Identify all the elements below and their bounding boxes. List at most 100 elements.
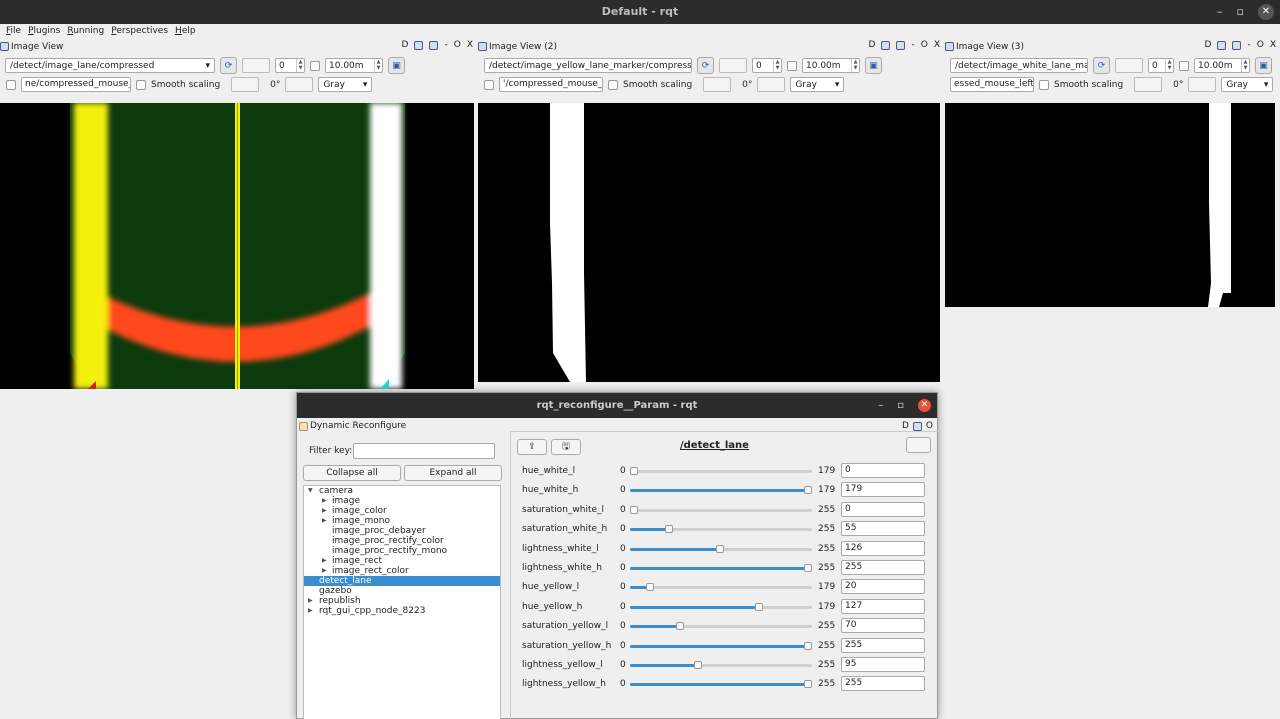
color-mode-combo[interactable]: Gray ▾ — [790, 77, 845, 92]
tree-item-gazebo[interactable]: gazebo — [304, 586, 500, 596]
expand-arrow-icon[interactable]: ▶ — [308, 606, 313, 616]
param-value-input[interactable]: 255 — [841, 676, 925, 692]
param-slider[interactable] — [630, 467, 812, 475]
save-params-button[interactable]: 🖫 — [551, 439, 581, 455]
expand-arrow-icon[interactable]: ▶ — [322, 516, 327, 526]
param-slider-handle[interactable] — [804, 564, 812, 572]
collapse-all-button[interactable]: Collapse all — [303, 465, 401, 481]
param-slider-handle[interactable] — [630, 505, 638, 514]
dialog-close-button[interactable]: ✕ — [918, 399, 931, 412]
rotate-left-button[interactable] — [231, 77, 260, 92]
expand-arrow-icon[interactable]: ▼ — [308, 486, 313, 496]
tree-item-republish[interactable]: ▶ republish — [304, 596, 500, 606]
filter-input[interactable] — [353, 443, 495, 459]
tree-item-image-color[interactable]: ▶ image_color — [304, 506, 500, 516]
param-value-input[interactable]: 127 — [841, 598, 925, 614]
float-pane-button[interactable]: O — [921, 40, 928, 50]
param-slider-handle[interactable] — [676, 622, 684, 631]
maximize-button[interactable]: ▫ — [1237, 0, 1244, 24]
reload-icon[interactable] — [1217, 40, 1227, 50]
close-pane-button[interactable]: X — [467, 40, 473, 50]
blank-field[interactable] — [719, 58, 747, 73]
close-node-button[interactable] — [906, 437, 931, 453]
reload-icon[interactable] — [881, 40, 891, 50]
help-icon[interactable] — [429, 40, 439, 50]
spin-arrows-icon[interactable]: ▲ ▼ — [773, 59, 781, 72]
smooth-scaling-checkbox[interactable] — [1039, 79, 1049, 90]
blank-field[interactable] — [1115, 58, 1143, 73]
param-slider[interactable] — [630, 602, 812, 611]
tree-item-camera[interactable]: ▼ camera — [304, 486, 500, 496]
expand-arrow-icon[interactable]: ▶ — [308, 596, 313, 606]
param-slider[interactable] — [630, 525, 812, 534]
expand-arrow-icon[interactable]: ▶ — [322, 566, 327, 576]
spin-box[interactable]: 0 ▲ ▼ — [1148, 58, 1174, 73]
white-mask-image[interactable] — [945, 103, 1275, 307]
max-range-spin[interactable]: 10.00m ▲ ▼ — [325, 58, 383, 73]
spin-box[interactable]: 0 ▲ ▼ — [275, 58, 305, 73]
dynamic-range-checkbox[interactable] — [1179, 60, 1189, 71]
param-value-input[interactable]: 0 — [841, 501, 925, 517]
menu-file[interactable]: File — [6, 24, 21, 38]
mouse-publish-checkbox[interactable] — [484, 79, 494, 90]
mouse-topic-field[interactable]: ne/compressed_mouse_left — [21, 77, 131, 92]
param-slider[interactable] — [630, 641, 812, 650]
tree-item-image-rect[interactable]: ▶ image_rect — [304, 556, 500, 566]
dynamic-range-checkbox[interactable] — [787, 60, 797, 71]
tree-item-rqt-gui-cpp-node[interactable]: ▶ rqt_gui_cpp_node_8223 — [304, 606, 500, 616]
float-pane-button[interactable]: O — [1257, 40, 1264, 50]
minimize-pane-button[interactable]: - — [1247, 40, 1250, 50]
param-slider-handle[interactable] — [804, 680, 812, 689]
param-value-input[interactable]: 255 — [841, 637, 925, 653]
param-slider-handle[interactable] — [755, 602, 763, 611]
expand-arrow-icon[interactable]: ▶ — [322, 506, 327, 516]
tree-item-image-proc-rectify-color[interactable]: image_proc_rectify_color — [304, 536, 500, 546]
spin-arrows-icon[interactable]: ▲ ▼ — [851, 59, 859, 72]
dock-d-button[interactable]: D — [1205, 40, 1212, 50]
tree-item-image-proc-debayer[interactable]: image_proc_debayer — [304, 526, 500, 536]
param-value-input[interactable]: 179 — [841, 482, 925, 498]
rotate-right-button[interactable] — [1188, 77, 1217, 92]
param-value-input[interactable]: 70 — [841, 618, 925, 634]
help-icon[interactable] — [896, 40, 906, 50]
float-pane-button[interactable]: O — [454, 40, 461, 50]
expand-arrow-icon[interactable]: ▶ — [322, 556, 327, 566]
param-value-input[interactable]: 20 — [841, 579, 925, 595]
rotate-right-button[interactable] — [285, 77, 314, 92]
smooth-scaling-checkbox[interactable] — [136, 79, 146, 90]
refresh-topics-button[interactable]: ⟳ — [220, 57, 237, 74]
dialog-minimize-button[interactable]: – — [878, 393, 883, 418]
param-slider[interactable] — [630, 680, 812, 689]
expand-arrow-icon[interactable]: ▶ — [322, 496, 327, 506]
float-pane-button[interactable]: O — [926, 421, 933, 431]
rotate-left-button[interactable] — [1134, 77, 1163, 92]
param-slider[interactable] — [630, 486, 812, 495]
tree-item-image[interactable]: ▶ image — [304, 496, 500, 506]
param-slider-handle[interactable] — [694, 661, 702, 669]
param-slider[interactable] — [630, 583, 812, 592]
param-slider-handle[interactable] — [665, 525, 673, 534]
spin-arrows-icon[interactable]: ▲ ▼ — [296, 59, 304, 72]
dock-d-button[interactable]: D — [869, 40, 876, 50]
mouse-topic-field[interactable]: '/compressed_mouse_left — [499, 77, 603, 92]
spin-box[interactable]: 0 ▲ ▼ — [752, 58, 782, 73]
minimize-pane-button[interactable]: - — [444, 40, 447, 50]
close-pane-button[interactable]: X — [934, 40, 940, 50]
dock-d-button[interactable]: D — [902, 421, 909, 431]
smooth-scaling-checkbox[interactable] — [608, 79, 618, 90]
param-slider[interactable] — [630, 622, 812, 631]
param-slider[interactable] — [630, 505, 812, 514]
param-value-input[interactable]: 126 — [841, 540, 925, 556]
help-icon[interactable] — [1232, 40, 1242, 50]
color-mode-combo[interactable]: Gray ▾ — [318, 77, 373, 92]
param-slider-handle[interactable] — [804, 641, 812, 650]
reload-icon[interactable] — [414, 40, 424, 50]
param-slider-handle[interactable] — [630, 467, 638, 475]
expand-all-button[interactable]: Expand all — [404, 465, 502, 481]
tree-item-image-rect-color[interactable]: ▶ image_rect_color — [304, 566, 500, 576]
yellow-mask-image[interactable] — [478, 103, 940, 382]
param-slider[interactable] — [630, 564, 812, 572]
save-image-button[interactable]: ▣ — [865, 57, 882, 74]
tree-item-image-proc-rectify-mono[interactable]: image_proc_rectify_mono — [304, 546, 500, 556]
save-image-button[interactable]: ▣ — [388, 57, 405, 74]
